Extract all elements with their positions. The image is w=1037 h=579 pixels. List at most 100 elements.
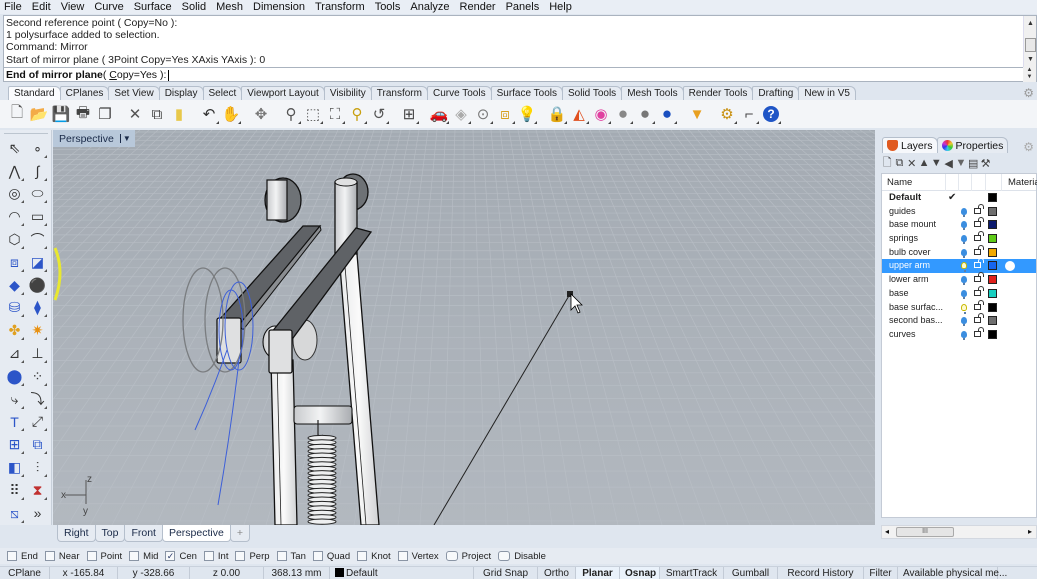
unlocked-icon[interactable]: [974, 231, 984, 242]
move-down-icon[interactable]: ▼: [930, 157, 942, 169]
fillet-tool[interactable]: ⤷: [3, 388, 26, 411]
column-material[interactable]: Material: [1008, 177, 1037, 188]
layer-name[interactable]: base: [889, 287, 955, 301]
visibility-bulb-icon[interactable]: [961, 248, 967, 258]
add-viewport-tab-button[interactable]: +: [229, 525, 250, 542]
tab-drafting[interactable]: Drafting: [752, 86, 800, 100]
import-icon[interactable]: ❐: [94, 103, 116, 125]
layer-row[interactable]: base mount: [882, 217, 1036, 232]
layer-icon[interactable]: ◭: [568, 103, 590, 125]
delete-icon[interactable]: ✕: [906, 157, 918, 170]
layer-name[interactable]: guides: [889, 205, 955, 219]
analyze-tool[interactable]: ⧅: [3, 502, 26, 525]
menu-help[interactable]: Help: [549, 1, 572, 13]
unlocked-icon[interactable]: [974, 203, 984, 214]
group-icon[interactable]: ⧈: [494, 103, 516, 125]
tab-surface-tools[interactable]: Surface Tools: [490, 86, 563, 100]
viewport-tab-front[interactable]: Front: [124, 525, 163, 542]
menu-solid[interactable]: Solid: [182, 1, 206, 13]
rectangle-tool[interactable]: ▭: [26, 205, 49, 228]
layer-row[interactable]: base: [882, 285, 1036, 301]
layer-color-swatch[interactable]: [988, 316, 997, 326]
viewport-tab-right[interactable]: Right: [57, 525, 96, 542]
osnap-checkbox[interactable]: [86, 551, 97, 561]
zoom-selected-icon[interactable]: ⚲: [346, 103, 368, 125]
circle-tool[interactable]: ◎: [3, 183, 26, 206]
menu-curve[interactable]: Curve: [94, 1, 123, 13]
layer-color-swatch[interactable]: [988, 247, 997, 257]
menu-edit[interactable]: Edit: [32, 1, 51, 13]
dimension-icon[interactable]: ⌐: [738, 103, 760, 125]
status-toggle-ortho[interactable]: Ortho: [538, 567, 576, 579]
polyline-tool[interactable]: ⋀: [3, 160, 26, 183]
menu-view[interactable]: View: [61, 1, 85, 13]
menu-tools[interactable]: Tools: [375, 1, 401, 13]
scroll-up-icon[interactable]: ▲: [1027, 20, 1034, 27]
command-input[interactable]: [168, 69, 170, 81]
unlocked-icon[interactable]: [974, 258, 984, 269]
surface-edge-tool[interactable]: ◪: [26, 251, 49, 274]
tab-properties[interactable]: Properties: [936, 137, 1009, 153]
paste-icon[interactable]: ▮: [168, 103, 190, 125]
offset-tool[interactable]: ⤵: [26, 388, 49, 411]
visibility-bulb-icon[interactable]: [961, 262, 967, 273]
cage-edit-tool[interactable]: ⧫: [26, 297, 49, 320]
tab-render-tools[interactable]: Render Tools: [682, 86, 754, 100]
grid-points-tool[interactable]: ⫶: [26, 456, 49, 479]
car-render-icon[interactable]: 🚗: [428, 103, 450, 125]
visibility-bulb-icon[interactable]: [961, 207, 967, 217]
tab-curve-tools[interactable]: Curve Tools: [426, 86, 492, 100]
osnap-end[interactable]: End: [7, 551, 38, 562]
solid-box-tool[interactable]: ◧: [3, 456, 26, 479]
osnap-disable[interactable]: Disable: [498, 551, 546, 562]
rotate-view-icon[interactable]: ✥: [250, 103, 272, 125]
osnap-checkbox[interactable]: [44, 551, 55, 561]
viewport-title-label[interactable]: Perspective: [59, 133, 114, 145]
help-icon[interactable]: ?: [760, 103, 782, 125]
layer-row[interactable]: Default ✔: [882, 191, 1036, 205]
points-on-tool[interactable]: ⁘: [26, 365, 49, 388]
curve-tool[interactable]: ∫: [26, 160, 49, 183]
toolbar-grip[interactable]: [4, 133, 48, 135]
status-toggle-planar[interactable]: Planar: [576, 567, 620, 579]
scroll-right-icon[interactable]: ▸: [1028, 527, 1032, 536]
osnap-checkbox[interactable]: [129, 551, 140, 561]
viewport-title[interactable]: Perspective ▼: [53, 130, 135, 147]
shaded-sphere-icon[interactable]: ●: [612, 103, 634, 125]
layer-color-swatch[interactable]: [988, 302, 997, 312]
layer-color-swatch[interactable]: [988, 193, 997, 202]
tab-new-in-v5[interactable]: New in V5: [798, 86, 856, 100]
osnap-checkbox[interactable]: [445, 551, 458, 561]
light-cone-icon[interactable]: ▼: [686, 103, 708, 125]
boolean-tool[interactable]: ✤: [3, 319, 26, 342]
select-arrow-tool[interactable]: ⇖: [3, 137, 26, 160]
osnap-checkbox[interactable]: [235, 551, 246, 561]
layer-name[interactable]: curves: [889, 328, 955, 342]
layer-name[interactable]: Default: [889, 191, 955, 205]
point-tool[interactable]: ∘: [26, 137, 49, 160]
layer-color-swatch[interactable]: [988, 288, 997, 298]
pan-hand-icon[interactable]: ✋: [220, 103, 242, 125]
new-layer-icon[interactable]: 🗋: [881, 154, 893, 173]
status-toggle-record-history[interactable]: Record History: [778, 567, 864, 579]
tab-set-view[interactable]: Set View: [108, 86, 160, 100]
visibility-bulb-icon[interactable]: [961, 276, 967, 286]
current-layer-check-icon[interactable]: ✔: [948, 191, 956, 205]
viewport-tab-perspective[interactable]: Perspective: [161, 525, 231, 542]
layer-name[interactable]: upper arm: [889, 259, 955, 273]
layer-name[interactable]: springs: [889, 232, 955, 246]
menu-render[interactable]: Render: [460, 1, 496, 13]
arc-tool[interactable]: ◠: [3, 205, 26, 228]
viewport-menu-dropdown-icon[interactable]: ▼: [119, 134, 131, 143]
bounding-box-tool[interactable]: ⧗: [26, 479, 49, 502]
osnap-checkbox[interactable]: [498, 551, 511, 561]
split-tool[interactable]: ⊥: [26, 342, 49, 365]
status-layer[interactable]: Default: [330, 567, 474, 579]
unlocked-icon[interactable]: [974, 285, 984, 296]
text-tool[interactable]: T: [3, 411, 26, 434]
undo-icon[interactable]: ↶: [198, 103, 220, 125]
scroll-thumb[interactable]: III: [896, 527, 954, 537]
clipboard-icon[interactable]: ▤: [967, 157, 979, 170]
rectangular-array-tool[interactable]: ⠿: [3, 479, 26, 502]
tab-mesh-tools[interactable]: Mesh Tools: [621, 86, 684, 100]
